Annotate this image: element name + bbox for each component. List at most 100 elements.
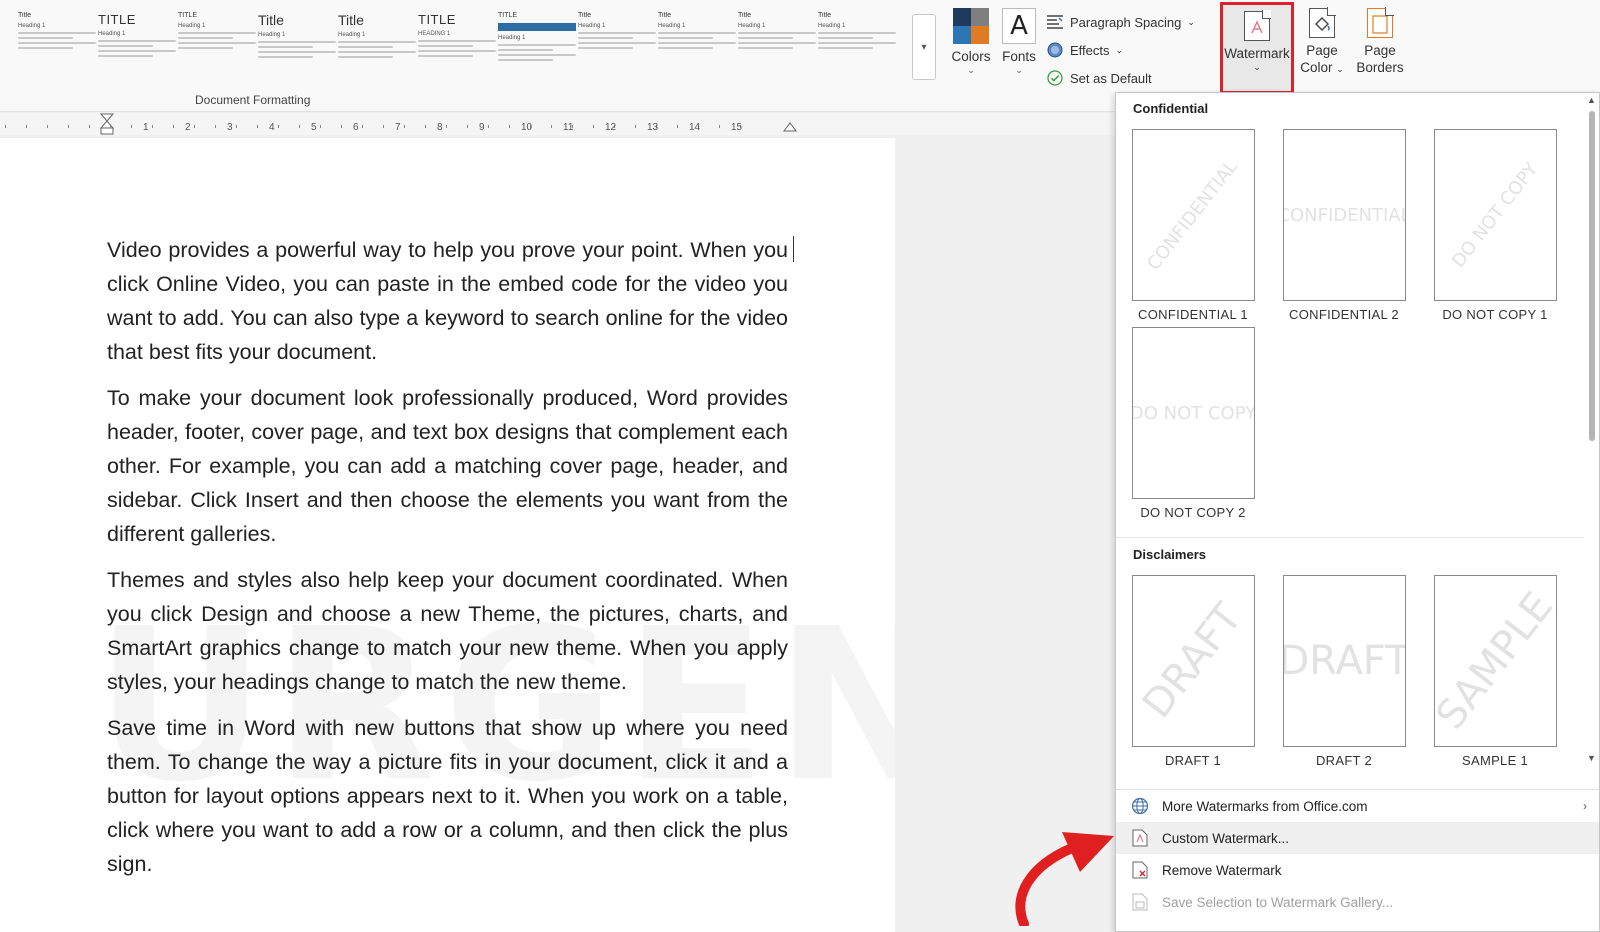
style-set-thumbnail[interactable]: Title Heading 1 bbox=[578, 12, 656, 78]
horizontal-ruler[interactable]: 1 2 3 4 5 6 7 8 9 10 11 12 13 14 15 bbox=[0, 113, 1115, 135]
style-set-line bbox=[738, 47, 793, 49]
fonts-label: Fonts bbox=[1002, 49, 1036, 64]
style-set-heading: Heading 1 bbox=[338, 32, 366, 38]
colors-icon bbox=[953, 8, 989, 44]
style-set-line bbox=[658, 42, 736, 44]
colors-label: Colors bbox=[951, 49, 991, 64]
watermark-gallery-item[interactable]: DO NOT COPY DO NOT COPY 1 bbox=[1418, 129, 1572, 322]
ruler-tick-mark bbox=[236, 125, 237, 128]
page-borders-button[interactable]: Page Borders bbox=[1352, 7, 1408, 76]
style-set-line bbox=[98, 50, 176, 52]
document-formatting-group-label: Document Formatting bbox=[195, 93, 311, 107]
section-divider bbox=[1116, 537, 1584, 538]
watermark-gallery-item[interactable]: CONFIDENTIAL CONFIDENTIAL 1 bbox=[1116, 129, 1270, 322]
style-set-gallery: Title Heading 1 TITLE Heading 1 TITLE Heading… bbox=[0, 8, 912, 86]
text-cursor bbox=[793, 236, 794, 262]
watermark-preview-text: SAMPLE bbox=[1433, 583, 1557, 739]
ruler-number: 9 bbox=[479, 122, 485, 133]
ruler-tick-mark bbox=[362, 125, 363, 128]
ruler-number: 12 bbox=[605, 122, 617, 133]
watermark-gallery-item[interactable]: DRAFT DRAFT 2 bbox=[1267, 575, 1421, 768]
colors-button[interactable]: Colors ⌄ bbox=[946, 8, 996, 75]
ruler-tick-mark bbox=[47, 125, 48, 128]
gallery-more-button[interactable]: ▾ bbox=[912, 14, 936, 80]
ruler-tick-mark bbox=[677, 125, 678, 128]
style-set-line bbox=[338, 41, 416, 43]
style-set-line bbox=[178, 37, 233, 39]
paragraph[interactable]: Video provides a powerful way to help yo… bbox=[107, 233, 788, 369]
custom-watermark-icon bbox=[1130, 828, 1150, 848]
paragraph[interactable]: To make your document look professionall… bbox=[107, 381, 788, 551]
paragraph-spacing-button[interactable]: Paragraph Spacing ⌄ bbox=[1046, 8, 1195, 36]
style-set-title: Title bbox=[258, 12, 284, 28]
watermark-gallery-item[interactable]: DO NOT COPY DO NOT COPY 2 bbox=[1116, 327, 1270, 520]
style-set-thumbnail[interactable]: TITLE Heading 1 bbox=[498, 12, 576, 78]
ruler-tick-mark bbox=[425, 125, 426, 128]
gallery-scrollbar[interactable]: ▲ ▼ bbox=[1584, 93, 1600, 789]
chevron-down-icon: ▾ bbox=[921, 41, 927, 53]
style-set-line bbox=[658, 32, 736, 34]
watermark-gallery-item[interactable]: DRAFT DRAFT 1 bbox=[1116, 575, 1270, 768]
chevron-right-icon: › bbox=[1583, 799, 1587, 813]
style-set-line bbox=[338, 46, 393, 48]
style-set-title: Title bbox=[578, 12, 591, 19]
more-watermarks-from-office-com-menu-item[interactable]: More Watermarks from Office.com › bbox=[1116, 790, 1599, 822]
ruler-number: 5 bbox=[311, 122, 317, 133]
watermark-button[interactable]: Watermark ⌄ bbox=[1220, 2, 1294, 94]
right-indent-marker-icon[interactable] bbox=[783, 122, 797, 132]
remove-watermark-menu-item[interactable]: Remove Watermark bbox=[1116, 854, 1599, 886]
style-set-thumbnail[interactable]: Title Heading 1 bbox=[738, 12, 816, 78]
ruler-number: 4 bbox=[269, 122, 275, 133]
style-set-line bbox=[498, 59, 553, 61]
ruler-tick-mark bbox=[467, 125, 468, 128]
custom-watermark-menu-item[interactable]: Custom Watermark... bbox=[1116, 822, 1599, 854]
fonts-button[interactable]: A Fonts ⌄ bbox=[996, 8, 1042, 75]
set-as-default-button[interactable]: Set as Default bbox=[1046, 64, 1195, 92]
style-set-heading: HEADING 1 bbox=[418, 31, 451, 37]
style-set-line bbox=[818, 32, 896, 34]
paragraph[interactable]: Save time in Word with new buttons that … bbox=[107, 711, 788, 881]
paragraph[interactable]: Themes and styles also help keep your do… bbox=[107, 563, 788, 699]
watermark-icon bbox=[1244, 10, 1271, 41]
watermark-label: Watermark bbox=[1224, 46, 1290, 61]
document-body[interactable]: Video provides a powerful way to help yo… bbox=[107, 233, 788, 893]
ruler-tick-mark bbox=[509, 125, 510, 128]
watermark-gallery-item[interactable]: SAMPLE SAMPLE 1 bbox=[1418, 575, 1572, 768]
watermark-preview: SAMPLE bbox=[1433, 575, 1557, 747]
style-set-thumbnail[interactable]: TITLE Heading 1 bbox=[178, 12, 256, 78]
style-set-thumbnail[interactable]: Title Heading 1 bbox=[338, 12, 416, 78]
watermark-preview: DRAFT bbox=[1282, 575, 1406, 747]
menu-item-label: Custom Watermark... bbox=[1162, 830, 1290, 846]
ruler-tick-mark bbox=[446, 125, 447, 128]
style-set-line bbox=[418, 45, 473, 47]
style-set-thumbnail[interactable]: Title Heading 1 bbox=[18, 12, 96, 78]
style-set-thumbnail[interactable]: Title Heading 1 bbox=[258, 12, 336, 78]
effects-button[interactable]: Effects ⌄ bbox=[1046, 36, 1195, 64]
style-set-line bbox=[578, 32, 656, 34]
document-page[interactable]: URGENT Video provides a powerful way to … bbox=[0, 138, 895, 932]
indent-marker-icon[interactable] bbox=[100, 113, 114, 135]
style-set-line bbox=[18, 47, 73, 49]
scroll-down-icon[interactable]: ▼ bbox=[1587, 753, 1596, 763]
style-set-thumbnail[interactable]: Title Heading 1 bbox=[818, 12, 896, 78]
watermark-gallery-item[interactable]: CONFIDENTIAL CONFIDENTIAL 2 bbox=[1267, 129, 1421, 322]
watermark-preview: DRAFT bbox=[1131, 575, 1255, 747]
style-set-thumbnail[interactable]: Title Heading 1 bbox=[658, 12, 736, 78]
style-set-thumbnail[interactable]: TITLE HEADING 1 bbox=[418, 12, 496, 78]
scrollbar-thumb[interactable] bbox=[1589, 111, 1595, 441]
watermark-preview-text: CONFIDENTIAL bbox=[1282, 204, 1406, 226]
watermark-gallery: Confidential CONFIDENTIAL CONFIDENTIAL 1 CO… bbox=[1116, 93, 1584, 789]
page-color-button[interactable]: Page Color ⌄ bbox=[1296, 7, 1348, 78]
style-set-thumbnail[interactable]: TITLE Heading 1 bbox=[98, 12, 176, 78]
watermark-caption: CONFIDENTIAL 1 bbox=[1138, 307, 1248, 322]
watermark-caption: DO NOT COPY 1 bbox=[1442, 307, 1548, 322]
scroll-up-icon[interactable]: ▲ bbox=[1587, 95, 1596, 105]
save-gallery-icon bbox=[1130, 892, 1150, 912]
ruler-tick-mark bbox=[593, 125, 594, 128]
watermark-commands: More Watermarks from Office.com › Custom W… bbox=[1116, 789, 1599, 918]
style-set-line bbox=[818, 37, 873, 39]
style-set-line bbox=[418, 50, 496, 52]
ruler-number: 3 bbox=[227, 122, 233, 133]
ruler-number: 11 bbox=[563, 122, 574, 133]
style-set-line bbox=[578, 42, 656, 44]
